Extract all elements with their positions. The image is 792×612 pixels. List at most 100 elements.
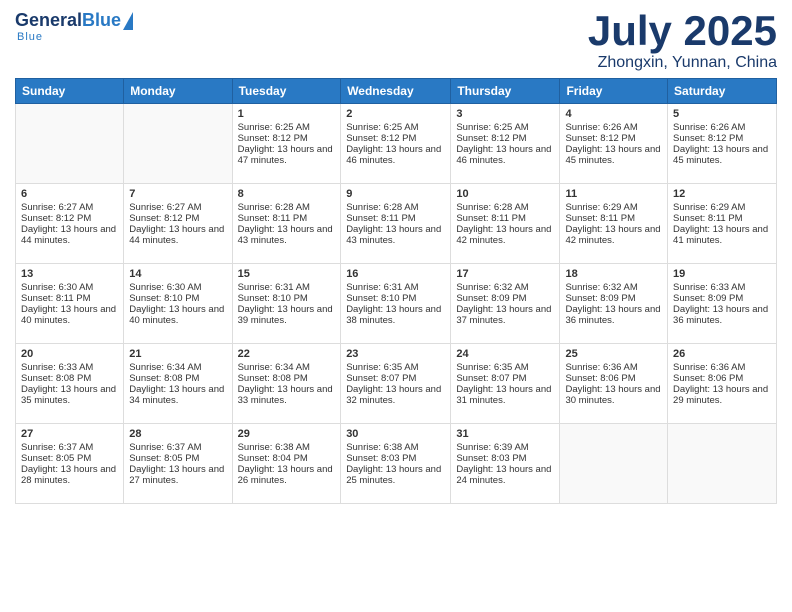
- calendar-cell: 29Sunrise: 6:38 AMSunset: 8:04 PMDayligh…: [232, 424, 341, 504]
- calendar-cell: 19 Sunrise: 6:33 AMSunset: 8:09 PMDayligh…: [668, 264, 777, 344]
- cell-info: Sunrise: 6:33 AM: [21, 362, 118, 373]
- day-number: 17: [456, 268, 554, 280]
- cell-info: Sunset: 8:05 PM: [21, 453, 118, 464]
- day-number: 13: [21, 268, 118, 280]
- cell-info: Sunset: 8:09 PM: [456, 293, 554, 304]
- cell-info: Sunset: 8:10 PM: [129, 293, 226, 304]
- cell-info: Daylight: 13 hours and 27 minutes.: [129, 464, 226, 486]
- calendar-week-row: 1Sunrise: 6:25 AMSunset: 8:12 PMDaylight…: [16, 104, 777, 184]
- cell-info: Sunset: 8:07 PM: [456, 373, 554, 384]
- cell-info: Sunset: 8:03 PM: [456, 453, 554, 464]
- cell-info: Daylight: 13 hours and 41 minutes.: [673, 224, 771, 246]
- calendar-cell: 27Sunrise: 6:37 AMSunset: 8:05 PMDayligh…: [16, 424, 124, 504]
- day-number: 23: [346, 348, 445, 360]
- cell-info: Sunrise: 6:26 AM: [565, 122, 662, 133]
- cell-info: Sunset: 8:08 PM: [238, 373, 336, 384]
- header-row: GeneralBlue Blue July 2025 Zhongxin, Yun…: [15, 10, 777, 72]
- calendar-cell: 10Sunrise: 6:28 AMSunset: 8:11 PMDayligh…: [451, 184, 560, 264]
- cell-info: Daylight: 13 hours and 39 minutes.: [238, 304, 336, 326]
- day-number: 24: [456, 348, 554, 360]
- page-container: GeneralBlue Blue July 2025 Zhongxin, Yun…: [0, 0, 792, 514]
- day-number: 3: [456, 108, 554, 120]
- cell-info: Sunrise: 6:38 AM: [238, 442, 336, 453]
- logo-general: General: [15, 10, 82, 31]
- calendar-cell: 4Sunrise: 6:26 AMSunset: 8:12 PMDaylight…: [560, 104, 668, 184]
- cell-info: Sunset: 8:11 PM: [21, 293, 118, 304]
- cell-info: Sunset: 8:12 PM: [238, 133, 336, 144]
- calendar-cell: [668, 424, 777, 504]
- day-number: 30: [346, 428, 445, 440]
- cell-info: Daylight: 13 hours and 36 minutes.: [673, 304, 771, 326]
- cell-info: Daylight: 13 hours and 33 minutes.: [238, 384, 336, 406]
- cell-info: Daylight: 13 hours and 45 minutes.: [565, 144, 662, 166]
- calendar-cell: 7Sunrise: 6:27 AMSunset: 8:12 PMDaylight…: [124, 184, 232, 264]
- cell-info: Sunset: 8:07 PM: [346, 373, 445, 384]
- calendar-cell: 5Sunrise: 6:26 AMSunset: 8:12 PMDaylight…: [668, 104, 777, 184]
- logo-text: GeneralBlue: [15, 10, 133, 31]
- day-number: 27: [21, 428, 118, 440]
- cell-info: Sunset: 8:08 PM: [21, 373, 118, 384]
- cell-info: Daylight: 13 hours and 43 minutes.: [346, 224, 445, 246]
- calendar-cell: 15Sunrise: 6:31 AMSunset: 8:10 PMDayligh…: [232, 264, 341, 344]
- cell-info: Daylight: 13 hours and 46 minutes.: [346, 144, 445, 166]
- cell-info: Sunset: 8:11 PM: [456, 213, 554, 224]
- cell-info: Daylight: 13 hours and 47 minutes.: [238, 144, 336, 166]
- cell-info: Daylight: 13 hours and 40 minutes.: [129, 304, 226, 326]
- logo-blue: Blue: [82, 10, 121, 31]
- cell-info: Sunrise: 6:35 AM: [456, 362, 554, 373]
- cell-info: Sunrise: 6:28 AM: [346, 202, 445, 213]
- cell-info: Sunset: 8:08 PM: [129, 373, 226, 384]
- cell-info: Sunrise: 6:30 AM: [21, 282, 118, 293]
- cell-info: Sunrise: 6:33 AM: [673, 282, 771, 293]
- calendar-week-row: 20Sunrise: 6:33 AMSunset: 8:08 PMDayligh…: [16, 344, 777, 424]
- cell-info: Sunset: 8:10 PM: [238, 293, 336, 304]
- cell-info: Sunrise: 6:35 AM: [346, 362, 445, 373]
- logo: GeneralBlue Blue: [15, 10, 133, 43]
- calendar-cell: 14Sunrise: 6:30 AMSunset: 8:10 PMDayligh…: [124, 264, 232, 344]
- cell-info: Sunrise: 6:25 AM: [346, 122, 445, 133]
- calendar-title: July 2025: [588, 10, 777, 52]
- day-number: 28: [129, 428, 226, 440]
- day-number: 19: [673, 268, 771, 280]
- cell-info: Daylight: 13 hours and 25 minutes.: [346, 464, 445, 486]
- header-saturday: Saturday: [668, 79, 777, 104]
- cell-info: Daylight: 13 hours and 34 minutes.: [129, 384, 226, 406]
- cell-info: Sunrise: 6:32 AM: [565, 282, 662, 293]
- cell-info: Sunset: 8:04 PM: [238, 453, 336, 464]
- cell-info: Daylight: 13 hours and 38 minutes.: [346, 304, 445, 326]
- cell-info: Daylight: 13 hours and 46 minutes.: [456, 144, 554, 166]
- day-number: 25: [565, 348, 662, 360]
- day-number: 11: [565, 188, 662, 200]
- calendar-cell: 20Sunrise: 6:33 AMSunset: 8:08 PMDayligh…: [16, 344, 124, 424]
- cell-info: Sunset: 8:12 PM: [346, 133, 445, 144]
- cell-info: Sunset: 8:09 PM: [673, 293, 771, 304]
- calendar-cell: 31Sunrise: 6:39 AMSunset: 8:03 PMDayligh…: [451, 424, 560, 504]
- calendar-cell: 9Sunrise: 6:28 AMSunset: 8:11 PMDaylight…: [341, 184, 451, 264]
- cell-info: Daylight: 13 hours and 28 minutes.: [21, 464, 118, 486]
- cell-info: Sunset: 8:06 PM: [673, 373, 771, 384]
- calendar-cell: 1Sunrise: 6:25 AMSunset: 8:12 PMDaylight…: [232, 104, 341, 184]
- cell-info: Sunrise: 6:25 AM: [456, 122, 554, 133]
- day-number: 10: [456, 188, 554, 200]
- cell-info: Daylight: 13 hours and 35 minutes.: [21, 384, 118, 406]
- cell-info: Daylight: 13 hours and 44 minutes.: [21, 224, 118, 246]
- cell-info: Daylight: 13 hours and 40 minutes.: [21, 304, 118, 326]
- calendar-week-row: 6Sunrise: 6:27 AMSunset: 8:12 PMDaylight…: [16, 184, 777, 264]
- calendar-week-row: 13Sunrise: 6:30 AMSunset: 8:11 PMDayligh…: [16, 264, 777, 344]
- cell-info: Sunrise: 6:27 AM: [21, 202, 118, 213]
- cell-info: Sunset: 8:06 PM: [565, 373, 662, 384]
- day-number: 31: [456, 428, 554, 440]
- cell-info: Sunset: 8:12 PM: [673, 133, 771, 144]
- calendar-week-row: 27Sunrise: 6:37 AMSunset: 8:05 PMDayligh…: [16, 424, 777, 504]
- cell-info: Sunrise: 6:34 AM: [129, 362, 226, 373]
- calendar-cell: 3Sunrise: 6:25 AMSunset: 8:12 PMDaylight…: [451, 104, 560, 184]
- cell-info: Sunrise: 6:31 AM: [238, 282, 336, 293]
- calendar-cell: 23Sunrise: 6:35 AMSunset: 8:07 PMDayligh…: [341, 344, 451, 424]
- cell-info: Sunset: 8:11 PM: [565, 213, 662, 224]
- calendar-cell: 21 Sunrise: 6:34 AMSunset: 8:08 PMDayligh…: [124, 344, 232, 424]
- day-number: 7: [129, 188, 226, 200]
- day-number: 2: [346, 108, 445, 120]
- day-number: 5: [673, 108, 771, 120]
- day-number: 21: [129, 348, 226, 360]
- calendar-table: Sunday Monday Tuesday Wednesday Thursday…: [15, 78, 777, 504]
